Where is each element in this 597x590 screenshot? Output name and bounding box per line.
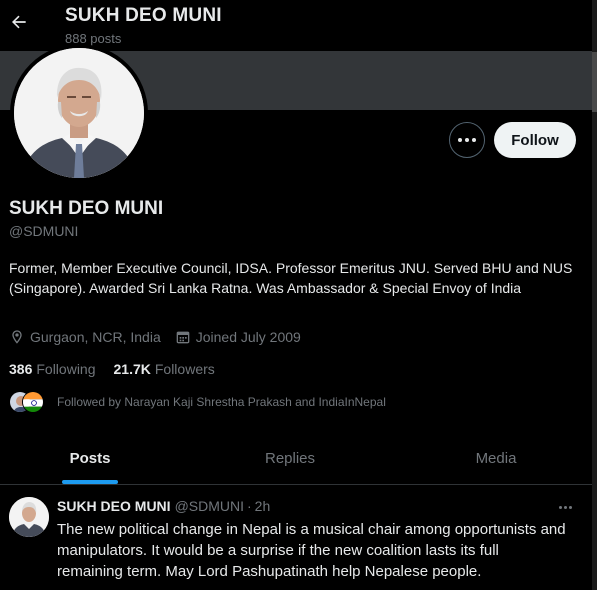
- tweet-header: SUKH DEO MUNI @SDMUNI · 2h: [57, 498, 270, 514]
- location-text: Gurgaon, NCR, India: [30, 329, 161, 345]
- following-link[interactable]: 386 Following: [9, 361, 96, 377]
- tweet-more-button[interactable]: [555, 500, 575, 514]
- tab-replies[interactable]: Replies: [180, 433, 400, 484]
- tweet-separator: ·: [247, 498, 252, 514]
- follow-button[interactable]: Follow: [494, 122, 576, 158]
- tab-media[interactable]: Media: [400, 433, 592, 484]
- header-title: SUKH DEO MUNI: [65, 5, 222, 26]
- tab-posts[interactable]: Posts: [0, 433, 180, 484]
- tweet-author[interactable]: SUKH DEO MUNI: [57, 498, 171, 514]
- more-options-button[interactable]: [449, 122, 485, 158]
- profile-name: SUKH DEO MUNI: [9, 198, 164, 219]
- followed-by[interactable]: Followed by Narayan Kaji Shrestha Prakas…: [9, 390, 386, 414]
- profile-tabs: Posts Replies Media: [0, 433, 592, 485]
- tab-posts-label: Posts: [69, 450, 111, 467]
- back-arrow-icon: [12, 15, 26, 29]
- joined-text: Joined July 2009: [195, 329, 301, 345]
- tweet-avatar-photo: [9, 497, 49, 537]
- profile-avatar[interactable]: [10, 44, 148, 182]
- scrollbar-thumb[interactable]: [592, 52, 597, 112]
- tweet-text: The new political change in Nepal is a m…: [57, 521, 566, 580]
- more-icon: [458, 138, 462, 142]
- followed-by-avatars: [9, 390, 49, 414]
- tweet-handle[interactable]: @SDMUNI: [175, 498, 244, 514]
- followers-count: 21.7K: [113, 361, 151, 377]
- avatar-photo: [14, 48, 144, 178]
- scrollbar[interactable]: [592, 0, 597, 590]
- more-icon: [558, 505, 562, 509]
- tab-replies-label: Replies: [264, 450, 316, 467]
- tweet[interactable]: SUKH DEO MUNI @SDMUNI · 2h The new polit…: [0, 486, 592, 590]
- location-icon: [12, 330, 22, 344]
- followed-by-text: Followed by Narayan Kaji Shrestha Prakas…: [57, 395, 386, 409]
- following-label: Following: [36, 361, 96, 377]
- following-count: 386: [9, 361, 33, 377]
- profile-meta: Gurgaon, NCR, India Joined July 2009: [9, 329, 315, 345]
- top-bar: SUKH DEO MUNI 888 posts: [0, 0, 597, 51]
- back-button[interactable]: [6, 9, 32, 35]
- follower-avatar: [22, 391, 44, 413]
- followers-link[interactable]: 21.7K Followers: [114, 361, 215, 377]
- profile-stats: 386 Following 21.7K Followers: [9, 361, 233, 377]
- active-tab-indicator: [62, 480, 118, 484]
- followers-label: Followers: [154, 361, 215, 377]
- tab-media-label: Media: [475, 450, 517, 467]
- tweet-avatar[interactable]: [9, 497, 49, 537]
- location-item: Gurgaon, NCR, India: [9, 329, 161, 345]
- joined-item: Joined July 2009: [175, 329, 301, 345]
- tweet-time[interactable]: 2h: [255, 498, 271, 514]
- calendar-icon: [176, 331, 190, 344]
- profile-handle: @SDMUNI: [9, 223, 79, 239]
- profile-bio: Former, Member Executive Council, IDSA. …: [9, 260, 573, 296]
